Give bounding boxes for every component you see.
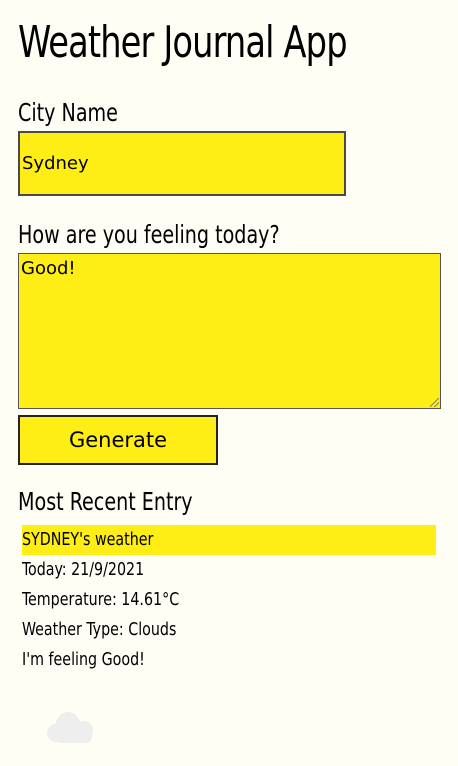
entry-city-text: SYDNEY's weather (22, 529, 154, 550)
city-name-label: City Name (18, 98, 118, 127)
recent-entry: SYDNEY's weather Today: 21/9/2021 Temper… (22, 525, 436, 675)
weather-journal-app: Weather Journal App City Name How are yo… (0, 0, 458, 766)
entry-city: SYDNEY's weather (22, 525, 436, 555)
textarea-resize-handle[interactable] (430, 398, 439, 407)
most-recent-entry-heading: Most Recent Entry (18, 487, 193, 516)
entry-weather-type-text: Weather Type: Clouds (22, 619, 177, 640)
entry-date: Today: 21/9/2021 (22, 555, 436, 585)
feeling-textarea[interactable]: Good! (18, 253, 441, 409)
entry-temperature: Temperature: 14.61°C (22, 585, 436, 615)
city-name-input[interactable] (18, 131, 346, 196)
generate-button[interactable]: Generate (18, 415, 218, 465)
feeling-label: How are you feeling today? (18, 220, 280, 249)
entry-feeling: I'm feeling Good! (22, 645, 436, 675)
entry-temperature-text: Temperature: 14.61°C (22, 589, 180, 610)
entry-feeling-text: I'm feeling Good! (22, 649, 145, 670)
entry-date-text: Today: 21/9/2021 (22, 559, 145, 580)
cloud-icon (47, 712, 93, 743)
page-title: Weather Journal App (18, 17, 348, 68)
entry-weather-type: Weather Type: Clouds (22, 615, 436, 645)
